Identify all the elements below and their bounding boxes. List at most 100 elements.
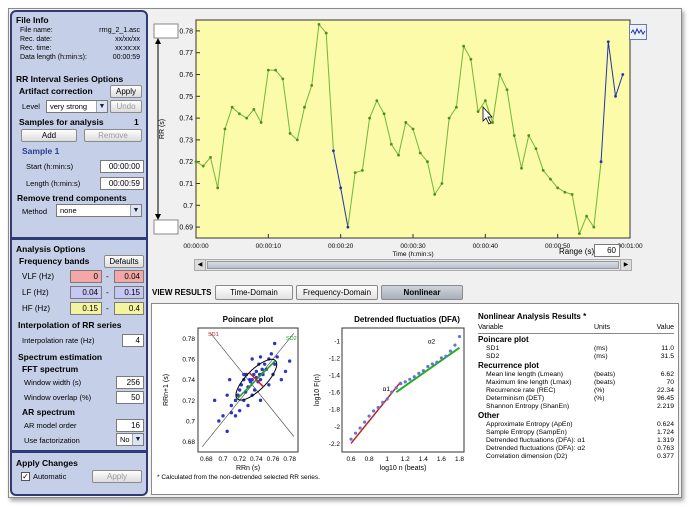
footnote: * Calculated from the non-detrended sele…: [157, 474, 320, 481]
interpolation-rate-input[interactable]: 4: [122, 334, 144, 347]
header-divider: [478, 333, 674, 334]
poincare-point: [237, 388, 242, 392]
series-point: [281, 77, 285, 81]
series-point: [353, 171, 357, 175]
result-value: 31.5: [660, 353, 674, 360]
apply-artifact-button[interactable]: Apply: [110, 85, 142, 98]
band-high-input[interactable]: 0.4: [114, 302, 144, 315]
poincare-title: Poincare plot: [223, 315, 274, 324]
y-tick-label: 0.72: [182, 398, 195, 405]
scroll-left-icon[interactable]: ◀: [195, 260, 206, 270]
tab-frequency-domain[interactable]: Frequency-Domain: [296, 285, 378, 300]
dfa-point: [435, 360, 439, 364]
band-high-input[interactable]: 0.04: [114, 270, 144, 283]
y-tick-label: 0.77: [179, 50, 193, 57]
nonlinear-results-table: Nonlinear Analysis Results * Variable Unit…: [474, 308, 678, 486]
file-info-title: File Info: [16, 15, 49, 25]
time-scrollbar[interactable]: ◀ ▶: [194, 259, 632, 271]
dfa-point: [426, 364, 430, 369]
band-low-input[interactable]: 0.15: [70, 302, 102, 315]
y-tick-label: 0.72: [179, 159, 193, 166]
series-point: [389, 142, 393, 146]
series-point: [606, 40, 610, 44]
y-min-box: [153, 219, 179, 235]
dfa-point: [444, 354, 448, 358]
band-label: LF (Hz): [22, 288, 49, 297]
series-point: [469, 57, 473, 61]
x-tick-label: 00:01:00: [617, 243, 643, 250]
apply-changes-button[interactable]: Apply: [92, 470, 142, 483]
factorization-label: Use factorization: [24, 436, 80, 445]
series-point: [577, 232, 581, 236]
series-point: [418, 151, 422, 155]
band-high-input[interactable]: 0.15: [114, 286, 144, 299]
arrow-down-icon: [155, 214, 161, 220]
rr-options-title: RR Interval Series Options: [16, 74, 124, 84]
poincare-point: [269, 352, 274, 356]
series-point: [476, 110, 480, 113]
dfa-point: [372, 409, 376, 413]
y-axis-label: RRn+1 (s): [163, 374, 170, 406]
ar-order-input[interactable]: 16: [116, 419, 144, 432]
y-tick-label: 0.75: [179, 94, 193, 101]
method-select[interactable]: none ▼: [56, 204, 142, 217]
defaults-button[interactable]: Defaults: [104, 255, 144, 268]
apply-changes-title: Apply Changes: [16, 458, 78, 468]
automatic-checkbox[interactable]: ✓: [21, 472, 30, 481]
zoom-toggle-icon[interactable]: [629, 24, 647, 40]
x-tick-label: 1.2: [401, 456, 410, 463]
dfa-point: [394, 386, 398, 390]
sd1-label: SD1: [208, 332, 219, 338]
result-name: Approximate Entropy (ApEn): [486, 421, 573, 428]
start-input[interactable]: 00:00:00: [100, 160, 144, 173]
level-select-value: very strong: [50, 102, 88, 111]
x-tick-label: 1.4: [419, 456, 428, 463]
factorization-select[interactable]: No ▼: [116, 433, 144, 446]
undo-button[interactable]: Undo: [110, 100, 142, 113]
series-point: [505, 88, 509, 92]
result-unit: (ms): [594, 345, 608, 352]
series-point: [534, 147, 538, 151]
band-low-input[interactable]: 0: [70, 270, 102, 283]
series-point: [216, 186, 220, 190]
level-select[interactable]: very strong ▼: [46, 100, 108, 113]
poincare-point: [258, 377, 263, 382]
file-info-label: Rec. time:: [20, 45, 52, 52]
remove-sample-button[interactable]: Remove: [84, 129, 142, 142]
window-width-input[interactable]: 256: [116, 376, 144, 389]
scroll-thumb[interactable]: [207, 261, 619, 269]
ar-order-label: AR model order: [24, 421, 77, 430]
scroll-right-icon[interactable]: ▶: [620, 260, 631, 270]
tab-time-domain[interactable]: Time-Domain: [215, 285, 293, 300]
dfa-point: [390, 390, 394, 394]
chevron-down-icon: ▼: [130, 205, 141, 216]
automatic-label: Automatic: [33, 472, 67, 481]
poincare-point: [275, 355, 279, 359]
series-point: [592, 225, 596, 229]
range-input[interactable]: 60: [594, 244, 620, 257]
range-label: Range (s): [559, 247, 595, 256]
result-name: Detrended fluctuations (DFA): α1: [486, 437, 586, 444]
rr-series-chart[interactable]: 0.78 0.77 0.76 0.75 0.74 0.73 0.72 0.71 0.7 0.69 0…: [150, 14, 680, 278]
series-point: [295, 138, 299, 142]
y-axis-label: RR (s): [159, 119, 166, 139]
window-overlap-input[interactable]: 50: [116, 391, 144, 404]
add-sample-button[interactable]: Add: [21, 129, 77, 142]
view-results-label: VIEW RESULTS: [152, 288, 212, 297]
x-tick-label: 00:00:20: [328, 243, 354, 250]
x-tick-label: 1.6: [437, 456, 446, 463]
poincare-point: [262, 362, 267, 366]
dfa-point: [376, 405, 380, 410]
dfa-point: [367, 414, 371, 418]
result-name: SD2: [486, 353, 500, 360]
result-name: Mean line length (Lmean): [486, 371, 564, 378]
band-low-input[interactable]: 0.04: [70, 286, 102, 299]
result-unit: (beats): [594, 371, 616, 378]
series-point: [360, 169, 364, 172]
length-input[interactable]: 00:00:59: [100, 177, 144, 190]
poincare-point: [237, 408, 242, 413]
dfa-point: [430, 362, 434, 366]
dfa-plot-area: [341, 327, 465, 453]
series-point: [252, 107, 256, 111]
tab-nonlinear[interactable]: Nonlinear: [381, 285, 463, 300]
